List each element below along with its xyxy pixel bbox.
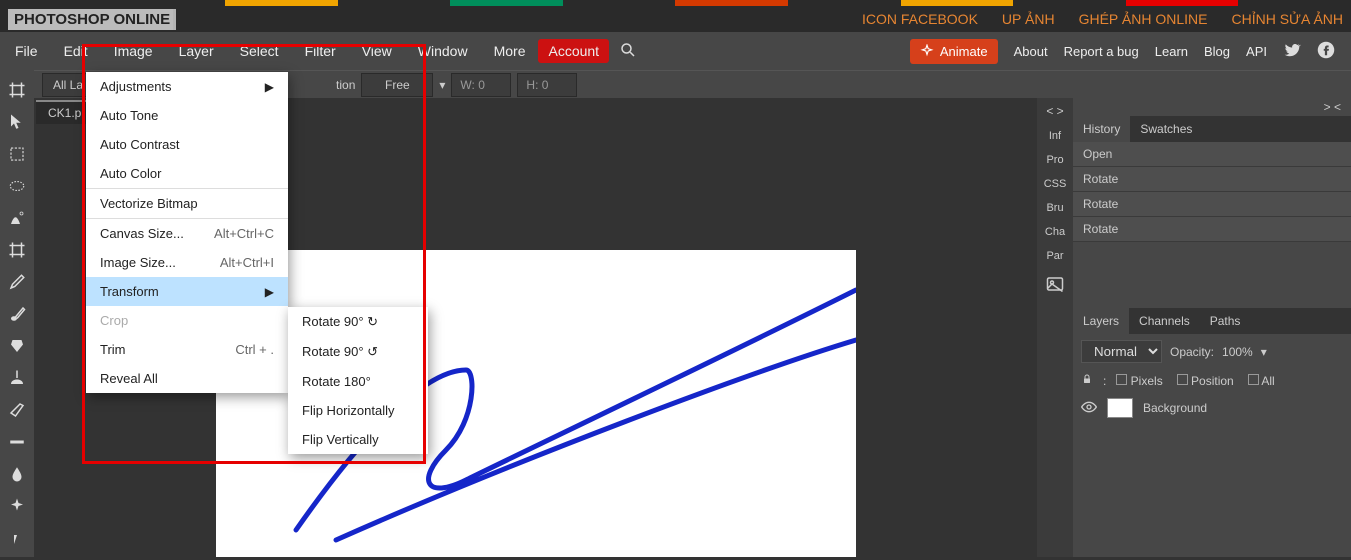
dodge-tool[interactable] [7,496,27,516]
marquee-tool[interactable] [7,144,27,164]
menu-edit[interactable]: Edit [51,33,101,69]
history-item[interactable]: Rotate [1073,167,1351,192]
pen-tool[interactable] [7,336,27,356]
animate-label: Animate [940,44,988,59]
menu-item-canvas-size-[interactable]: Canvas Size...Alt+Ctrl+C [86,219,288,248]
tab-paths[interactable]: Paths [1200,308,1251,334]
menu-item-auto-contrast[interactable]: Auto Contrast [86,130,288,159]
panel-shortcut[interactable]: Pro [1046,154,1063,166]
blend-mode-select[interactable]: Normal [1081,340,1162,363]
layer-row[interactable]: Background [1073,392,1351,424]
menu-file[interactable]: File [2,33,51,69]
menu-item-auto-tone[interactable]: Auto Tone [86,101,288,130]
lock-icon [1081,373,1093,388]
submenu-item[interactable]: Flip Horizontally [288,396,428,425]
history-item[interactable]: Rotate [1073,217,1351,242]
link-learn[interactable]: Learn [1155,44,1188,59]
layer-name: Background [1143,401,1207,415]
lock-position[interactable]: Position [1177,374,1234,388]
brush-tool[interactable] [7,304,27,324]
move-tool[interactable] [7,112,27,132]
brand: PHOTOSHOP ONLINE [8,9,176,30]
chevron-down-icon[interactable]: ▾ [439,78,445,92]
nav-link[interactable]: CHỈNH SỬA ẢNH [1231,11,1343,27]
history-item[interactable]: Rotate [1073,192,1351,217]
facebook-icon[interactable] [1317,41,1335,62]
submenu-item[interactable]: Rotate 180° [288,367,428,396]
opacity-value[interactable]: 100% [1222,345,1253,359]
link-about[interactable]: About [1014,44,1048,59]
menu-item-auto-color[interactable]: Auto Color [86,159,288,188]
transform-submenu: Rotate 90° ↻Rotate 90° ↺Rotate 180°Flip … [288,307,428,454]
nav-link[interactable]: UP ẢNH [1002,11,1055,27]
link-blog[interactable]: Blog [1204,44,1230,59]
tab-layers[interactable]: Layers [1073,308,1129,334]
image-icon[interactable] [1046,276,1064,295]
panel-shortcut[interactable]: Par [1046,250,1063,262]
chevron-down-icon[interactable]: ▾ [1261,345,1267,359]
nav-link[interactable]: ICON FACEBOOK [862,11,978,27]
type-tool[interactable] [7,528,27,548]
gradient-tool[interactable] [7,432,27,452]
menu-item-transform[interactable]: Transform▶ [86,277,288,306]
menu-item-reveal-all[interactable]: Reveal All [86,364,288,393]
opacity-label: Opacity: [1170,345,1214,359]
document-tab[interactable]: CK1.p [36,100,93,124]
menu-more[interactable]: More [481,33,539,69]
menu-item-trim[interactable]: TrimCtrl + . [86,335,288,364]
panel-nav-right[interactable]: > < [1073,98,1351,116]
animate-button[interactable]: Animate [910,39,998,64]
submenu-item[interactable]: Flip Vertically [288,425,428,454]
lock-pixels[interactable]: Pixels [1116,374,1162,388]
tab-history[interactable]: History [1073,116,1130,142]
menu-item-vectorize-bitmap[interactable]: Vectorize Bitmap [86,189,288,218]
height-field[interactable]: H: 0 [517,73,577,97]
link-report-a-bug[interactable]: Report a bug [1064,44,1139,59]
lasso-tool[interactable] [7,176,27,196]
account-button[interactable]: Account [538,39,609,63]
tab-channels[interactable]: Channels [1129,308,1200,334]
image-dropdown: Adjustments▶Auto ToneAuto ContrastAuto C… [86,72,288,393]
panel-shortcut[interactable]: Cha [1045,226,1065,238]
menu-filter[interactable]: Filter [292,33,349,69]
link-api[interactable]: API [1246,44,1267,59]
crop-tool-2[interactable] [7,240,27,260]
blur-tool[interactable] [7,464,27,484]
free-button[interactable]: Free [361,73,433,97]
crop-tool[interactable] [7,80,27,100]
magic-tool[interactable] [7,208,27,228]
sparkle-icon [920,44,934,58]
twitter-icon[interactable] [1283,41,1301,62]
ratio-tail: tion [336,78,355,92]
tab-swatches[interactable]: Swatches [1130,116,1202,142]
history-item[interactable]: Open [1073,142,1351,167]
panel-nav[interactable]: < > [1037,102,1073,120]
width-field[interactable]: W: 0 [451,73,511,97]
menu-image[interactable]: Image [101,33,166,69]
menu-item-image-size-[interactable]: Image Size...Alt+Ctrl+I [86,248,288,277]
menu-layer[interactable]: Layer [166,33,227,69]
menu-select[interactable]: Select [227,33,292,69]
panel-shortcut[interactable]: Inf [1049,130,1061,142]
eraser-tool[interactable] [7,400,27,420]
panel-shortcut[interactable]: Bru [1046,202,1063,214]
submenu-item[interactable]: Rotate 90° ↻ [288,307,428,337]
menu-item-crop: Crop [86,306,288,335]
eyedropper-tool[interactable] [7,272,27,292]
lock-all[interactable]: All [1248,374,1275,388]
menu-window[interactable]: Window [405,33,481,69]
panel-shortcut[interactable]: CSS [1044,178,1067,190]
nav-link[interactable]: GHÉP ẢNH ONLINE [1079,11,1208,27]
menu-item-adjustments[interactable]: Adjustments▶ [86,72,288,101]
stamp-tool[interactable] [7,368,27,388]
search-icon[interactable] [619,41,637,62]
layer-thumbnail [1107,398,1133,418]
submenu-item[interactable]: Rotate 90° ↺ [288,337,428,367]
eye-icon[interactable] [1081,401,1097,416]
menu-view[interactable]: View [349,33,405,69]
